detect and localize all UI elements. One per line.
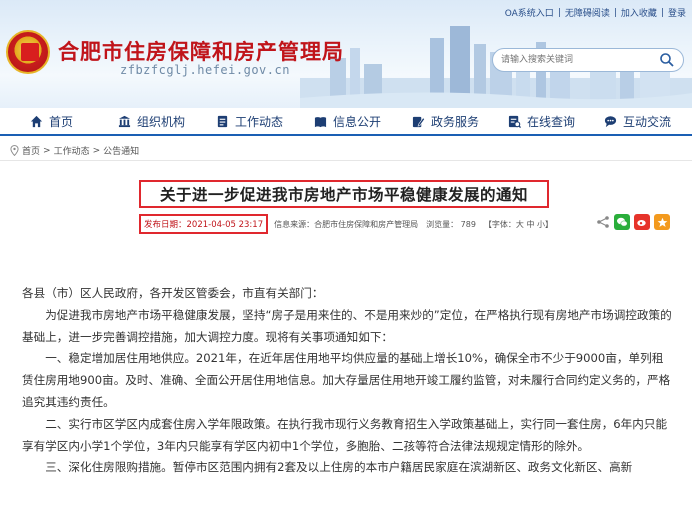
wechat-share-icon[interactable] bbox=[614, 214, 630, 230]
nav-label: 互动交流 bbox=[623, 114, 672, 129]
article-body: 各县（市）区人民政府，各开发区管委会，市直有关部门： 为促进我市房地产市场平稳健… bbox=[22, 283, 672, 479]
search-input[interactable] bbox=[501, 52, 651, 68]
oa-entry-link[interactable]: OA系统入口 bbox=[505, 6, 554, 19]
breadcrumb-notices[interactable]: 公告通知 bbox=[103, 144, 139, 157]
nav-item-gov-services[interactable]: 政务服务 bbox=[412, 107, 479, 135]
article-section-2: 二、实行市区学区内成套住房入学年限政策。在执行我市现行义务教育招生入学政策基础上… bbox=[22, 416, 668, 453]
view-count: 浏览量： 789 bbox=[426, 219, 476, 229]
top-links: OA系统入口 | 无障碍阅读 | 加入收藏 | 登录 bbox=[504, 6, 686, 20]
nav-label: 信息公开 bbox=[333, 114, 382, 129]
favorite-star-icon[interactable] bbox=[654, 214, 670, 230]
font-size-control[interactable]: 【字体：大 中 小】 bbox=[484, 219, 553, 230]
national-emblem-logo bbox=[6, 30, 50, 74]
nav-item-online-query[interactable]: 在线查询 bbox=[508, 107, 575, 135]
document-icon bbox=[217, 115, 228, 127]
publish-date: 发布日期：2021-04-05 23:17 bbox=[139, 214, 269, 234]
edit-icon bbox=[412, 116, 425, 127]
site-domain: zfbzfcglj.hefei.gov.cn bbox=[120, 63, 290, 77]
site-header: 合肥市住房保障和房产管理局 zfbzfcglj.hefei.gov.cn OA系… bbox=[0, 0, 692, 108]
nav-item-home[interactable]: 首页 bbox=[30, 107, 73, 135]
nav-label: 首页 bbox=[49, 114, 74, 129]
breadcrumb-home[interactable]: 首页 bbox=[22, 144, 40, 157]
article-meta: 发布日期：2021-04-05 23:17 信息来源：合肥市住房保障和房产管理局… bbox=[139, 214, 561, 234]
nav-label: 工作动态 bbox=[235, 114, 284, 129]
book-icon bbox=[314, 116, 327, 127]
info-source: 信息来源：合肥市住房保障和房产管理局 bbox=[274, 219, 419, 229]
accessibility-link[interactable]: 无障碍阅读 bbox=[565, 6, 610, 19]
breadcrumb-separator: > bbox=[43, 145, 51, 156]
nav-label: 组织机构 bbox=[137, 114, 186, 129]
breadcrumb: 首页 > 工作动态 > 公告通知 bbox=[10, 144, 139, 157]
location-pin-icon bbox=[10, 145, 19, 156]
weibo-share-icon[interactable] bbox=[634, 214, 650, 230]
search-icon[interactable] bbox=[659, 52, 675, 68]
nav-item-interaction[interactable]: 互动交流 bbox=[604, 107, 671, 135]
share-icon[interactable] bbox=[596, 215, 610, 229]
add-favorite-link[interactable]: 加入收藏 bbox=[621, 6, 657, 19]
search-box bbox=[492, 48, 684, 72]
breadcrumb-separator: > bbox=[92, 145, 101, 156]
login-link[interactable]: 登录 bbox=[668, 6, 686, 19]
building-icon bbox=[118, 115, 131, 127]
main-nav: 首页 组织机构 工作动态 信息公开 政务服务 在线查询 互动交流 bbox=[0, 108, 692, 136]
article-section-3: 三、深化住房限购措施。暂停市区范围内拥有2套及以上住房的本市户籍居民家庭在滨湖新… bbox=[45, 460, 633, 475]
article-title-highlight: 关于进一步促进我市房地产市场平稳健康发展的通知 bbox=[139, 180, 549, 208]
nav-item-info-disclosure[interactable]: 信息公开 bbox=[314, 107, 381, 135]
article-section-1: 一、稳定增加居住用地供应。2021年，在近年居住用地平均供应量的基础上增长10%… bbox=[22, 351, 671, 409]
share-buttons bbox=[596, 214, 670, 230]
home-icon bbox=[30, 115, 43, 127]
site-title[interactable]: 合肥市住房保障和房产管理局 bbox=[58, 36, 344, 66]
intro-paragraph: 为促进我市房地产市场平稳健康发展，坚持“房子是用来住的、不是用来炒的”定位，在严… bbox=[22, 307, 672, 344]
nav-item-organization[interactable]: 组织机构 bbox=[118, 107, 185, 135]
chat-icon bbox=[604, 115, 617, 127]
nav-label: 政务服务 bbox=[431, 114, 480, 129]
article-title: 关于进一步促进我市房地产市场平稳健康发展的通知 bbox=[159, 186, 528, 204]
nav-item-work-news[interactable]: 工作动态 bbox=[216, 107, 283, 135]
breadcrumb-work-news[interactable]: 工作动态 bbox=[54, 144, 90, 157]
nav-label: 在线查询 bbox=[527, 114, 576, 129]
query-icon bbox=[508, 115, 521, 128]
breadcrumb-divider bbox=[0, 160, 692, 161]
salutation-paragraph: 各县（市）区人民政府，各开发区管委会，市直有关部门： bbox=[22, 286, 324, 300]
